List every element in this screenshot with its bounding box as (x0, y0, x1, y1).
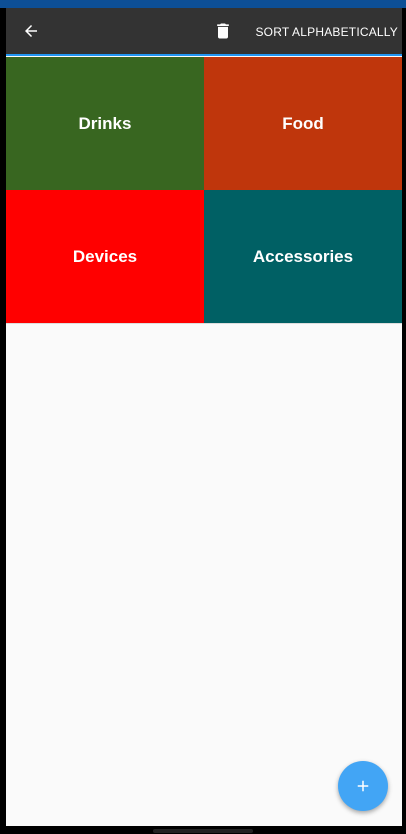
arrow-left-icon (25, 25, 37, 37)
back-button[interactable] (14, 14, 48, 48)
status-bar (0, 0, 406, 8)
delete-button[interactable] (206, 14, 240, 48)
sort-alphabetically-button[interactable]: SORT ALPHABETICALLY (250, 18, 398, 46)
category-label: Devices (72, 246, 138, 266)
category-label: Accessories (252, 246, 354, 266)
category-label: Drinks (78, 113, 132, 133)
grid-divider (6, 323, 402, 324)
trash-icon (217, 23, 229, 39)
category-tile-food[interactable]: Food (204, 57, 402, 190)
category-tile-drinks[interactable]: Drinks (6, 57, 204, 190)
add-category-button[interactable] (338, 761, 388, 811)
category-tile-devices[interactable]: Devices (6, 190, 204, 323)
plus-icon (357, 780, 369, 792)
app-screen: SORT ALPHABETICALLY Drinks Food Devices … (6, 8, 402, 826)
device-frame: SORT ALPHABETICALLY Drinks Food Devices … (0, 0, 406, 834)
category-tile-accessories[interactable]: Accessories (204, 190, 402, 323)
home-indicator (153, 829, 253, 833)
app-bar: SORT ALPHABETICALLY (6, 8, 402, 56)
category-label: Food (282, 113, 324, 133)
category-grid: Drinks Food Devices Accessories (6, 57, 402, 323)
